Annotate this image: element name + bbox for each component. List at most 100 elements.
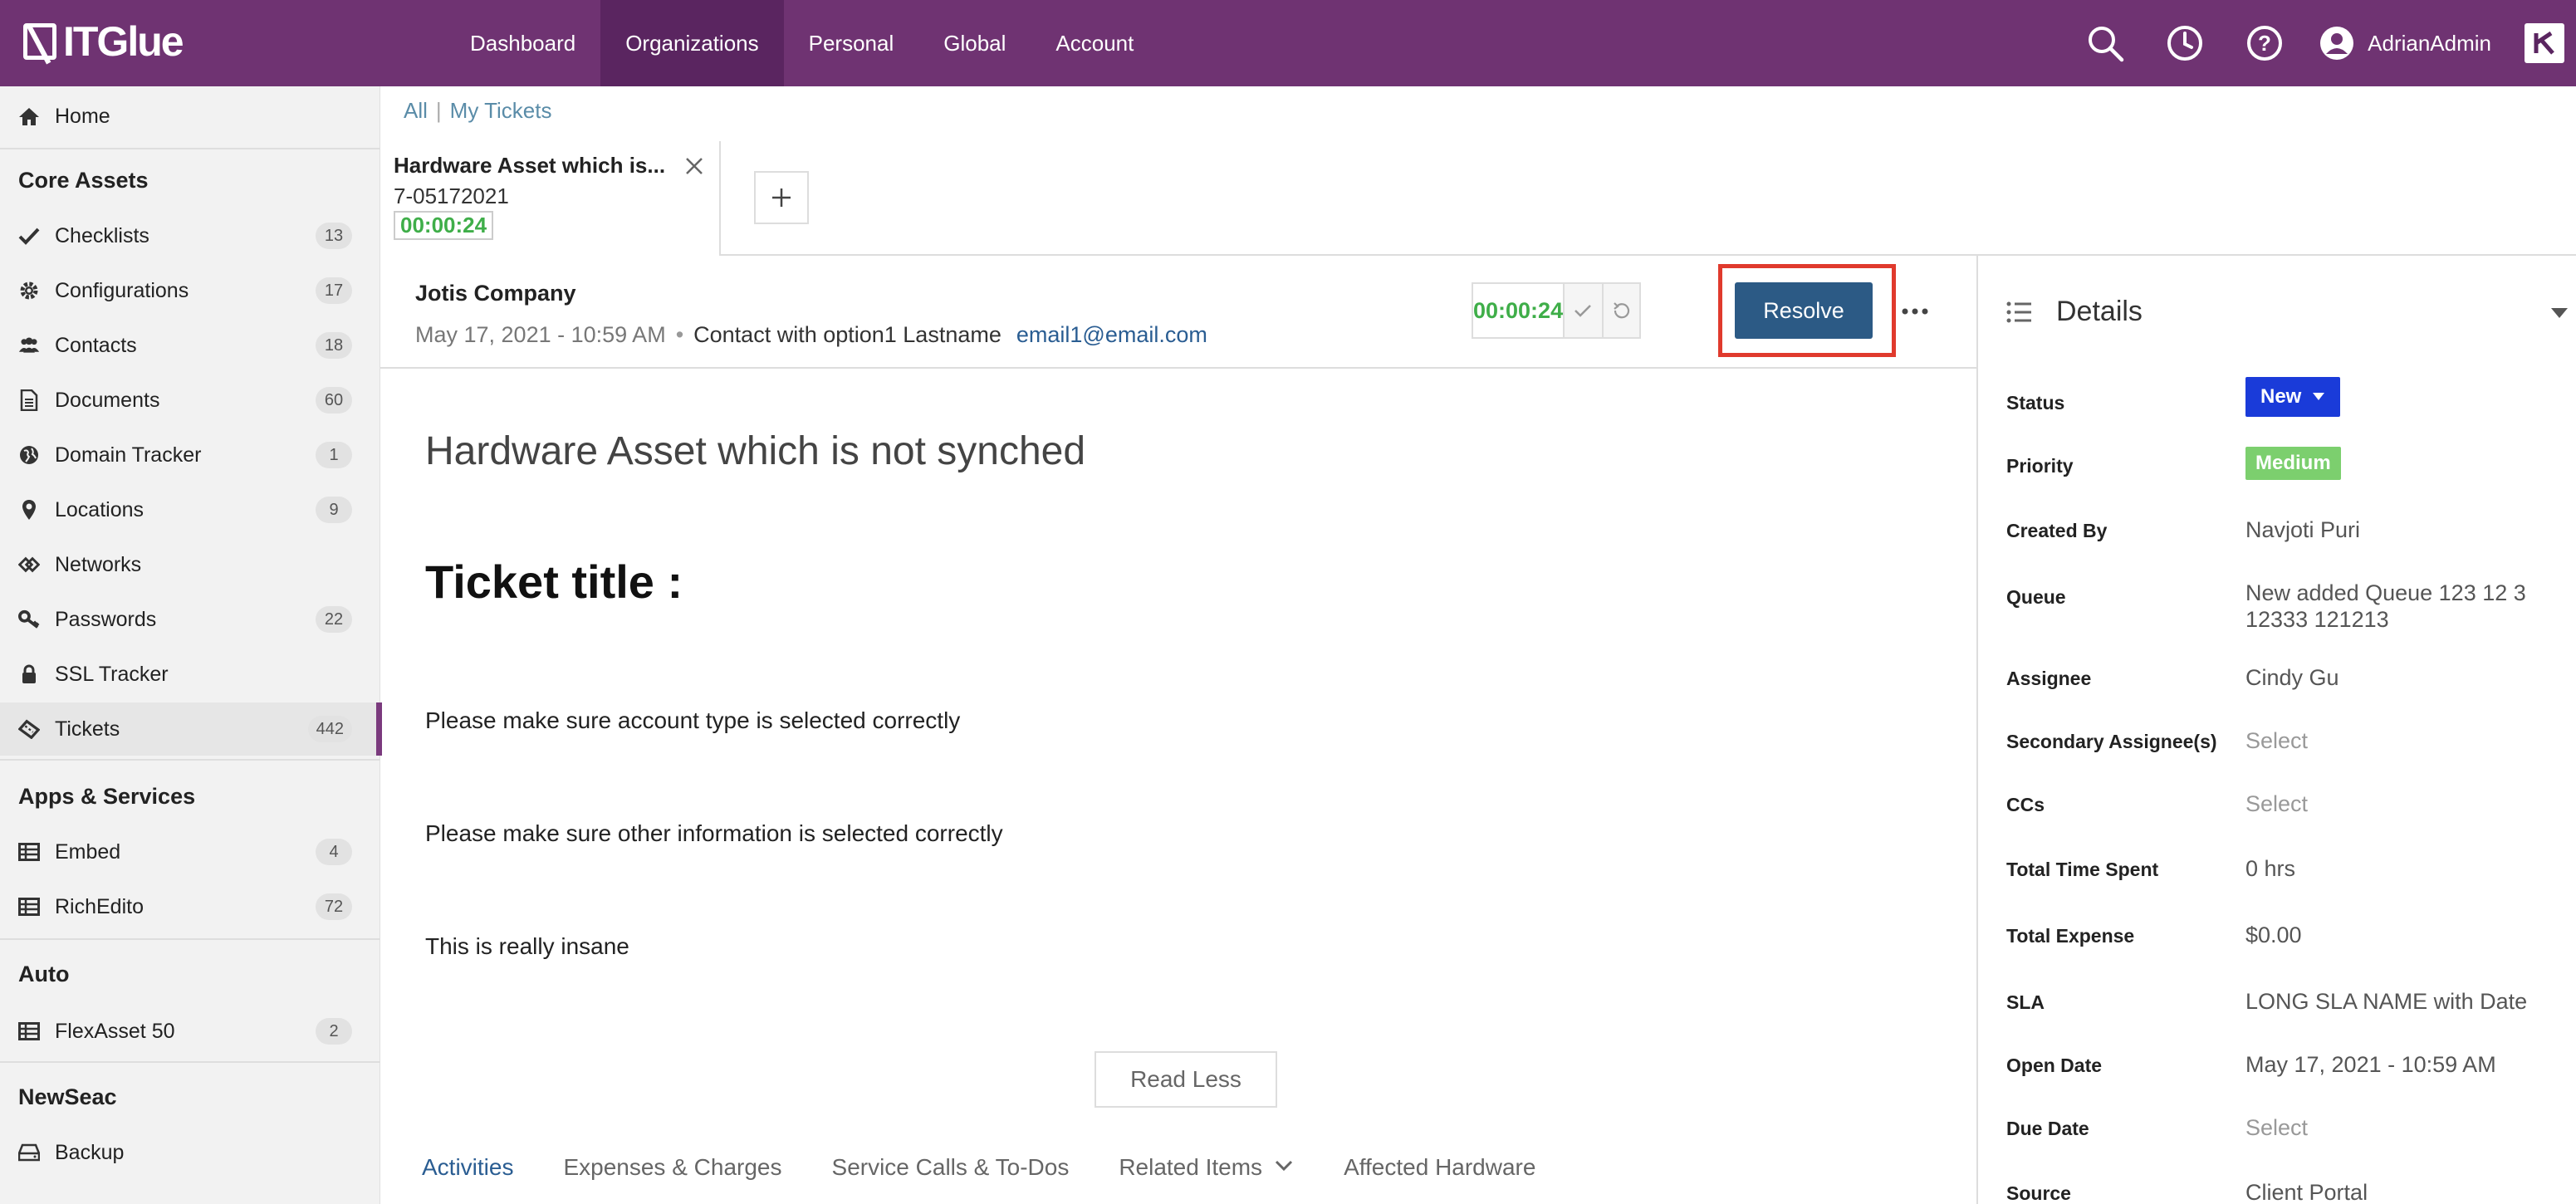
sidebar-item-label: Locations <box>55 497 144 521</box>
count-badge: 18 <box>316 332 352 359</box>
nav-account[interactable]: Account <box>1031 0 1158 86</box>
sidebar-item-backup[interactable]: Backup <box>0 1126 380 1179</box>
sidebar-item-label: FlexAsset 50 <box>55 1019 175 1043</box>
ticket-paragraph: Please make sure other information is se… <box>425 820 1003 846</box>
chevron-down-icon <box>1276 1160 1293 1172</box>
label-open-date: Open Date <box>2006 1055 2103 1076</box>
sidebar-item-label: Embed <box>55 839 121 864</box>
sidebar-item-configurations[interactable]: Configurations 17 <box>0 264 380 317</box>
tab-label: Expenses & Charges <box>563 1154 782 1180</box>
nav-global[interactable]: Global <box>918 0 1031 86</box>
sidebar-item-embed[interactable]: Embed 4 <box>0 825 380 879</box>
sidebar-item-label: RichEdito <box>55 894 144 918</box>
clock-icon[interactable] <box>2162 20 2208 66</box>
tab-service-calls[interactable]: Service Calls & To-Dos <box>832 1154 1070 1204</box>
sidebar-item-contacts[interactable]: Contacts 18 <box>0 319 380 372</box>
sidebar-item-documents[interactable]: Documents 60 <box>0 374 380 427</box>
value-source[interactable]: Client Portal <box>2245 1179 2561 1204</box>
sidebar-item-domain-tracker[interactable]: Domain Tracker 1 <box>0 428 380 482</box>
tab-activities[interactable]: Activities <box>422 1154 513 1204</box>
caret-down-icon[interactable] <box>2551 307 2568 322</box>
sidebar-item-label: Checklists <box>55 223 149 247</box>
tab-label: Affected Hardware <box>1344 1154 1536 1180</box>
user-name: AdrianAdmin <box>2368 30 2491 56</box>
label-source: Source <box>2006 1182 2071 1204</box>
status-dropdown[interactable]: New <box>2245 377 2340 417</box>
ticket-paragraph: Please make sure account type is selecte… <box>425 707 961 733</box>
help-icon[interactable]: ? <box>2241 20 2288 66</box>
sidebar-item-home[interactable]: Home <box>0 90 380 143</box>
sidebar-item-passwords[interactable]: Passwords 22 <box>0 593 380 646</box>
timer-confirm-button[interactable] <box>1565 284 1602 337</box>
ticket-section-tabs: Activities Expenses & Charges Service Ca… <box>422 1154 1585 1204</box>
sidebar-item-label: Contacts <box>55 333 137 357</box>
home-icon <box>18 105 40 127</box>
label-total-time-spent: Total Time Spent <box>2006 859 2159 880</box>
ticket-title: Hardware Asset which is not synched <box>425 429 1086 473</box>
value-queue[interactable]: New added Queue 123 12 3 12333 121213 <box>2245 580 2561 633</box>
ticket-tab[interactable]: Hardware Asset which is... 7-05172021 00… <box>380 141 721 256</box>
ticket-heading: Ticket title : <box>425 556 683 608</box>
ticket-timer: 00:00:24 <box>1472 282 1641 339</box>
tab-expenses-charges[interactable]: Expenses & Charges <box>563 1154 781 1204</box>
section-newseac: NewSeac <box>18 1084 117 1109</box>
resolve-button[interactable]: Resolve <box>1735 282 1873 339</box>
itglue-logo[interactable]: ITGlue <box>23 17 184 66</box>
select-due-date[interactable]: Select <box>2245 1114 2561 1141</box>
nav-personal[interactable]: Personal <box>784 0 919 86</box>
logo-text: ITGlue <box>63 18 184 65</box>
close-icon[interactable] <box>684 156 704 176</box>
tab-label: Activities <box>422 1154 514 1180</box>
meta-separator: • <box>675 322 684 347</box>
value-sla[interactable]: LONG SLA NAME with Date <box>2245 988 2561 1015</box>
read-less-button[interactable]: Read Less <box>1095 1051 1277 1108</box>
label-ccs: CCs <box>2006 794 2045 815</box>
select-ccs[interactable]: Select <box>2245 790 2561 817</box>
value-total-expense: $0.00 <box>2245 923 2302 947</box>
ticket-tabs-bar: Hardware Asset which is... 7-05172021 00… <box>380 141 2576 256</box>
sidebar-item-flexasset-50[interactable]: FlexAsset 50 2 <box>0 1005 380 1058</box>
sidebar-item-label: Passwords <box>55 607 157 631</box>
value-assignee[interactable]: Cindy Gu <box>2245 664 2561 691</box>
label-total-expense: Total Expense <box>2006 925 2135 947</box>
breadcrumb-my-tickets[interactable]: My Tickets <box>450 98 552 123</box>
gear-icon <box>18 280 40 301</box>
add-tab-button[interactable] <box>754 171 809 224</box>
sidebar-divider <box>0 759 380 761</box>
check-icon <box>18 225 40 247</box>
svg-text:?: ? <box>2258 31 2271 56</box>
select-secondary-assignees[interactable]: Select <box>2245 727 2561 754</box>
sidebar-item-networks[interactable]: Networks <box>0 538 380 591</box>
ticket-tab-title: Hardware Asset which is... <box>394 153 666 178</box>
count-badge: 60 <box>316 387 352 414</box>
sidebar-item-richedito[interactable]: RichEdito 72 <box>0 880 380 933</box>
nav-dashboard[interactable]: Dashboard <box>445 0 600 86</box>
details-header: Details <box>2006 296 2143 328</box>
k-app-icon[interactable] <box>2525 23 2564 63</box>
status-value: New <box>2260 385 2302 408</box>
network-icon <box>18 554 40 575</box>
sidebar-item-checklists[interactable]: Checklists 13 <box>0 209 380 262</box>
section-apps-services: Apps & Services <box>18 784 196 809</box>
ticket-email-link[interactable]: email1@email.com <box>1016 322 1207 347</box>
timer-reset-button[interactable] <box>1601 284 1639 337</box>
sidebar-item-ssl-tracker[interactable]: SSL Tracker <box>0 648 380 701</box>
value-open-date[interactable]: May 17, 2021 - 10:59 AM <box>2245 1051 2561 1078</box>
tab-related-items[interactable]: Related Items <box>1119 1154 1294 1204</box>
priority-badge[interactable]: Medium <box>2245 447 2341 480</box>
section-core-assets: Core Assets <box>18 168 149 193</box>
label-priority: Priority <box>2006 455 2074 477</box>
nav-organizations[interactable]: Organizations <box>600 0 784 86</box>
ticket-meta: May 17, 2021 - 10:59 AM • Contact with opt… <box>415 322 1207 348</box>
search-icon[interactable] <box>2082 20 2128 66</box>
more-options-icon[interactable] <box>1898 299 1932 324</box>
tab-affected-hardware[interactable]: Affected Hardware <box>1344 1154 1535 1204</box>
breadcrumb-all[interactable]: All <box>404 98 428 123</box>
users-icon <box>18 335 40 356</box>
count-badge: 13 <box>316 223 352 249</box>
document-icon <box>18 389 40 411</box>
count-badge: 22 <box>316 606 352 633</box>
user-menu[interactable]: AdrianAdmin <box>2319 26 2491 61</box>
sidebar-item-locations[interactable]: Locations 9 <box>0 483 380 536</box>
sidebar-item-tickets[interactable]: Tickets 442 <box>0 702 382 756</box>
